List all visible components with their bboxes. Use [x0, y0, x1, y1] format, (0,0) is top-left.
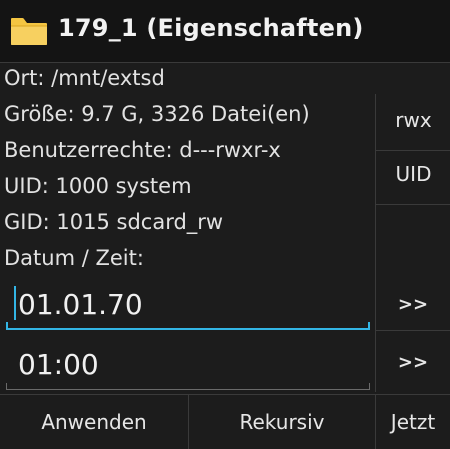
- location-text: Ort: /mnt/extsd: [4, 66, 165, 90]
- recursive-button[interactable]: Rekursiv: [189, 395, 375, 449]
- dialog-title: 179_1 (Eigenschaften): [58, 14, 364, 42]
- side-divider: [376, 150, 450, 151]
- permissions-text: Benutzerrechte: d---rwxr-x: [4, 138, 281, 162]
- uid-button[interactable]: UID: [376, 162, 450, 186]
- uid-text: UID: 1000 system: [4, 174, 192, 198]
- side-divider: [376, 204, 450, 205]
- date-picker-button[interactable]: >>: [376, 294, 450, 315]
- time-input[interactable]: 01:00: [6, 338, 370, 390]
- rwx-button[interactable]: rwx: [376, 108, 450, 132]
- folder-icon: [10, 16, 48, 46]
- time-picker-button[interactable]: >>: [376, 352, 450, 373]
- date-input[interactable]: 01.01.70: [6, 278, 370, 330]
- properties-dialog: 179_1 (Eigenschaften) Ort: /mnt/extsd Gr…: [0, 0, 450, 449]
- date-value: 01.01.70: [18, 288, 143, 321]
- size-text: Größe: 9.7 G, 3326 Datei(en): [4, 102, 310, 126]
- side-divider: [376, 330, 450, 331]
- time-value: 01:00: [18, 348, 99, 381]
- side-button-column: rwx UID: [375, 94, 450, 392]
- gid-text: GID: 1015 sdcard_rw: [4, 210, 224, 234]
- button-bar: Anwenden Rekursiv Jetzt: [0, 394, 450, 449]
- datetime-label: Datum / Zeit:: [4, 246, 144, 270]
- now-button[interactable]: Jetzt: [376, 395, 450, 449]
- apply-button[interactable]: Anwenden: [0, 395, 188, 449]
- dialog-titlebar: 179_1 (Eigenschaften): [0, 0, 450, 63]
- text-cursor: [14, 286, 16, 320]
